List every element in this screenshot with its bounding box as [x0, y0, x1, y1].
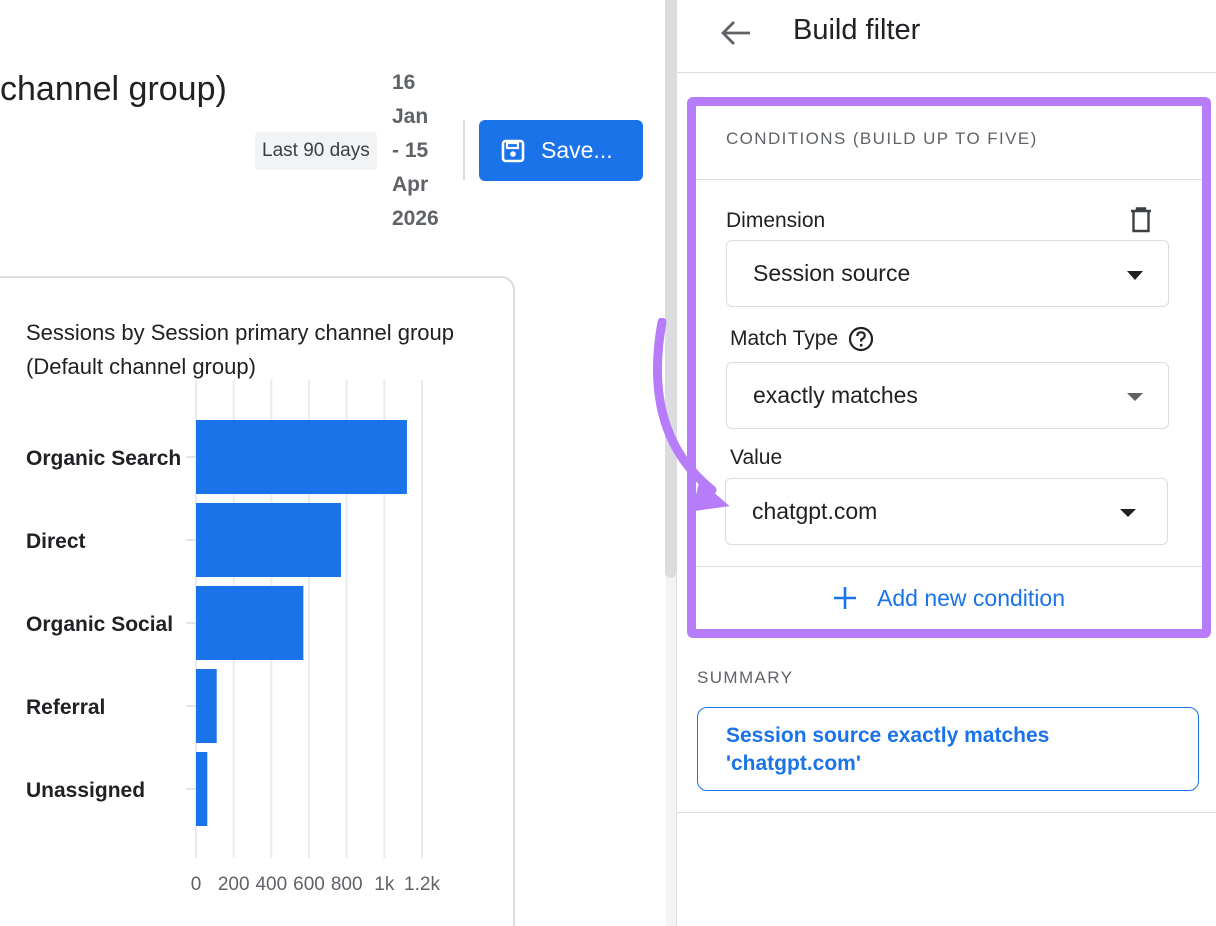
save-icon	[501, 139, 525, 162]
add-condition-button[interactable]: Add new condition	[696, 566, 1202, 629]
category-label: Organic Social	[26, 613, 173, 636]
x-tick-label: 1k	[374, 874, 395, 895]
plus-icon	[834, 587, 857, 609]
match-type-value: exactly matches	[753, 382, 918, 408]
add-condition-label: Add new condition	[877, 584, 1065, 611]
page-title: channel group)	[0, 70, 227, 108]
bar	[196, 420, 407, 494]
arrow-back-icon[interactable]	[719, 18, 753, 48]
date-range-line: Apr	[392, 173, 429, 196]
caret-down-icon	[1120, 509, 1136, 517]
date-preset-chip[interactable]: Last 90 days	[255, 132, 377, 170]
panel-header: Build filter	[677, 0, 1216, 73]
panel-title: Build filter	[793, 14, 921, 46]
summary-box: Session source exactly matches 'chatgpt.…	[697, 707, 1199, 791]
save-button[interactable]: Save...	[479, 120, 643, 181]
conditions-header: CONDITIONS (BUILD UP TO FIVE)	[696, 106, 1202, 180]
category-label: Referral	[26, 696, 105, 719]
report-area: channel group) 16 Jan - 15 Apr 2026 Last…	[0, 0, 666, 926]
value-value: chatgpt.com	[752, 498, 878, 524]
annotation-arrow	[653, 318, 730, 512]
save-label: Save...	[541, 137, 613, 163]
bar	[196, 752, 208, 826]
bar	[196, 669, 217, 743]
category-label: Unassigned	[26, 779, 145, 802]
dimension-value: Session source	[753, 260, 911, 286]
bar	[196, 586, 304, 660]
date-range-line: 16	[392, 71, 416, 94]
value-select[interactable]: chatgpt.com	[725, 478, 1168, 545]
dimension-select[interactable]: Session source	[726, 240, 1169, 307]
help-icon[interactable]	[848, 326, 874, 352]
x-tick-label: 400	[255, 874, 287, 895]
caret-down-icon	[1127, 393, 1143, 401]
x-tick-label: 800	[331, 874, 363, 895]
conditions-heading: CONDITIONS (BUILD UP TO FIVE)	[726, 129, 1038, 148]
delete-icon[interactable]	[1129, 207, 1153, 233]
caret-down-icon	[1127, 271, 1143, 280]
x-tick-label: 600	[293, 874, 325, 895]
dimension-label: Dimension	[726, 209, 826, 232]
match-type-select[interactable]: exactly matches	[726, 362, 1169, 429]
toolbar-divider	[463, 120, 465, 180]
date-range-line: - 15	[392, 139, 429, 162]
bar	[196, 503, 342, 577]
conditions-section: CONDITIONS (BUILD UP TO FIVE) Dimension …	[687, 97, 1211, 638]
category-label: Organic Search	[26, 447, 181, 470]
date-range-line: 2026	[392, 207, 439, 230]
category-label: Direct	[26, 530, 86, 553]
x-tick-label: 1.2k	[404, 874, 440, 895]
x-tick-label: 200	[218, 874, 250, 895]
date-range: 16 Jan - 15 Apr 2026	[392, 66, 452, 236]
bar-chart: Organic Search Direct Organic Social Referr…	[26, 380, 440, 895]
divider	[677, 812, 1216, 813]
chart-card: Sessions by Session primary channel grou…	[0, 276, 515, 926]
summary-text: Session source exactly matches 'chatgpt.…	[726, 724, 1050, 775]
x-tick-label: 0	[191, 874, 202, 895]
date-range-line: Jan	[392, 105, 429, 128]
summary-heading: SUMMARY	[697, 668, 794, 687]
